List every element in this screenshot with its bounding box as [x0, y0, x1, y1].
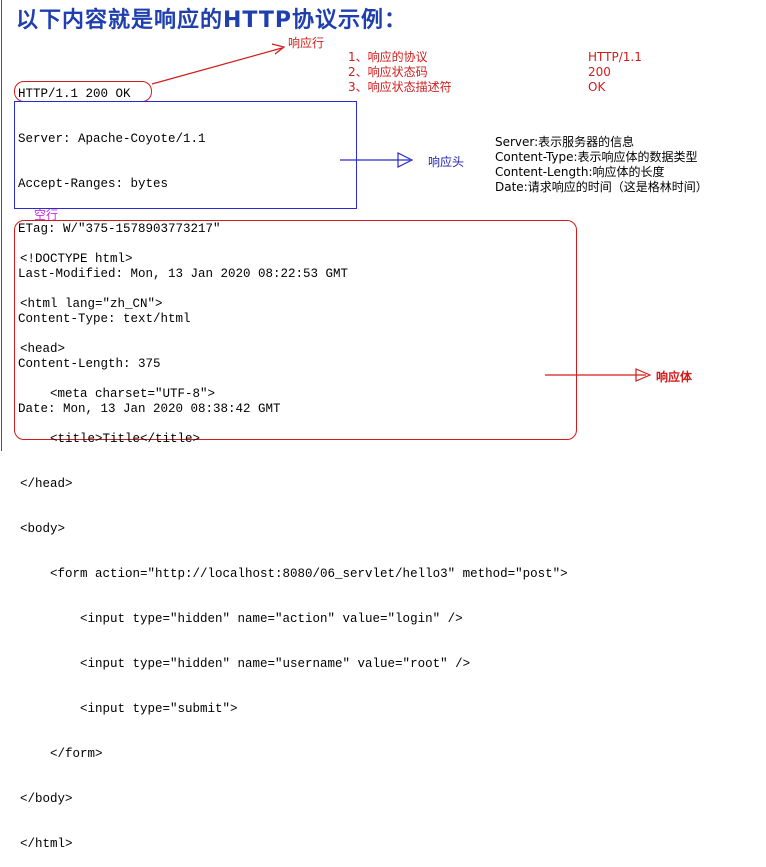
- status-line-label: 响应行: [288, 36, 325, 50]
- status-line-info: 1、响应的协议 HTTP/1.1 2、响应状态码 200 3、响应状态描述符 O…: [348, 50, 648, 100]
- body-line: <!DOCTYPE html>: [20, 252, 133, 266]
- header-notes: Server:表示服务器的信息 Content-Type:表示响应体的数据类型 …: [495, 135, 708, 195]
- info-value-protocol: HTTP/1.1: [588, 50, 642, 64]
- info-name-status-code: 2、响应状态码: [348, 65, 428, 79]
- body-line: <input type="hidden" name="action" value…: [20, 612, 463, 626]
- body-line: </head>: [20, 477, 73, 491]
- body-label: 响应体: [656, 370, 693, 384]
- body-line: <meta charset="UTF-8">: [20, 387, 216, 401]
- body-line: <form action="http://localhost:8080/06_s…: [20, 567, 568, 581]
- info-value-status-code: 200: [588, 65, 611, 79]
- body-line: </html>: [20, 837, 73, 851]
- status-line-text: HTTP/1.1 200 OK: [18, 87, 131, 101]
- header-accept-ranges: Accept-Ranges: bytes: [18, 177, 169, 191]
- body-line: <head>: [20, 342, 66, 356]
- body-line: <body>: [20, 522, 66, 536]
- status-line-arrow: [151, 47, 283, 85]
- body-line: <html lang="zh_CN">: [20, 297, 163, 311]
- body-line: </body>: [20, 792, 73, 806]
- info-name-protocol: 1、响应的协议: [348, 50, 428, 64]
- body-block: <!DOCTYPE html> <html lang="zh_CN"> <hea…: [20, 222, 568, 867]
- body-line: <title>Title</title>: [20, 432, 201, 446]
- info-name-status-desc: 3、响应状态描述符: [348, 80, 452, 94]
- note-server: Server:表示服务器的信息: [495, 135, 635, 149]
- info-value-status-desc: OK: [588, 80, 606, 94]
- note-content-length: Content-Length:响应体的长度: [495, 165, 665, 179]
- body-line: <input type="hidden" name="username" val…: [20, 657, 471, 671]
- headers-label: 响应头: [428, 155, 465, 169]
- body-line: </form>: [20, 747, 103, 761]
- body-line: <input type="submit">: [20, 702, 238, 716]
- header-server: Server: Apache-Coyote/1.1: [18, 132, 206, 146]
- note-content-type: Content-Type:表示响应体的数据类型: [495, 150, 698, 164]
- note-date: Date:请求响应的时间（这是格林时间）: [495, 180, 708, 194]
